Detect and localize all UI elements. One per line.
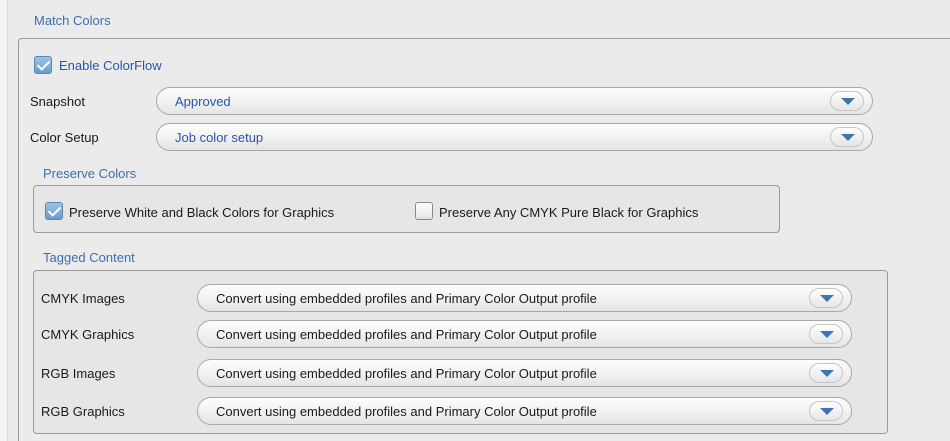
chevron-down-icon[interactable] <box>830 127 864 147</box>
color-setup-label: Color Setup <box>30 130 99 145</box>
chevron-down-icon[interactable] <box>809 324 843 344</box>
preserve-colors-title: Preserve Colors <box>43 166 137 181</box>
chevron-down-icon[interactable] <box>809 363 843 383</box>
preserve-cmyk-black-checkbox[interactable] <box>415 202 433 220</box>
cmyk-graphics-value: Convert using embedded profiles and Prim… <box>216 327 597 342</box>
tagged-content-title: Tagged Content <box>43 250 135 265</box>
enable-colorflow-label[interactable]: Enable ColorFlow <box>59 58 162 73</box>
cmyk-images-dropdown[interactable]: Convert using embedded profiles and Prim… <box>197 284 852 312</box>
snapshot-value: Approved <box>175 94 231 109</box>
rgb-images-value: Convert using embedded profiles and Prim… <box>216 366 597 381</box>
left-panel-edge <box>0 0 8 441</box>
cmyk-graphics-label: CMYK Graphics <box>41 327 135 342</box>
enable-colorflow-checkbox[interactable] <box>34 56 52 74</box>
preserve-white-black-label[interactable]: Preserve White and Black Colors for Grap… <box>69 205 334 220</box>
snapshot-label: Snapshot <box>30 94 85 109</box>
cmyk-images-value: Convert using embedded profiles and Prim… <box>216 291 597 306</box>
chevron-down-icon[interactable] <box>830 91 864 111</box>
rgb-graphics-dropdown[interactable]: Convert using embedded profiles and Prim… <box>197 397 852 425</box>
chevron-down-icon[interactable] <box>809 288 843 308</box>
rgb-graphics-value: Convert using embedded profiles and Prim… <box>216 404 597 419</box>
match-colors-title: Match Colors <box>34 13 111 28</box>
color-setup-dropdown[interactable]: Job color setup <box>156 123 873 151</box>
color-setup-value: Job color setup <box>175 130 264 145</box>
cmyk-graphics-dropdown[interactable]: Convert using embedded profiles and Prim… <box>197 320 852 348</box>
cmyk-images-label: CMYK Images <box>41 291 125 306</box>
snapshot-dropdown[interactable]: Approved <box>156 87 873 115</box>
rgb-graphics-label: RGB Graphics <box>41 404 125 419</box>
chevron-down-icon[interactable] <box>809 401 843 421</box>
rgb-images-label: RGB Images <box>41 366 116 381</box>
preserve-cmyk-black-label[interactable]: Preserve Any CMYK Pure Black for Graphic… <box>439 205 698 220</box>
preserve-white-black-checkbox[interactable] <box>45 202 63 220</box>
rgb-images-dropdown[interactable]: Convert using embedded profiles and Prim… <box>197 359 852 387</box>
